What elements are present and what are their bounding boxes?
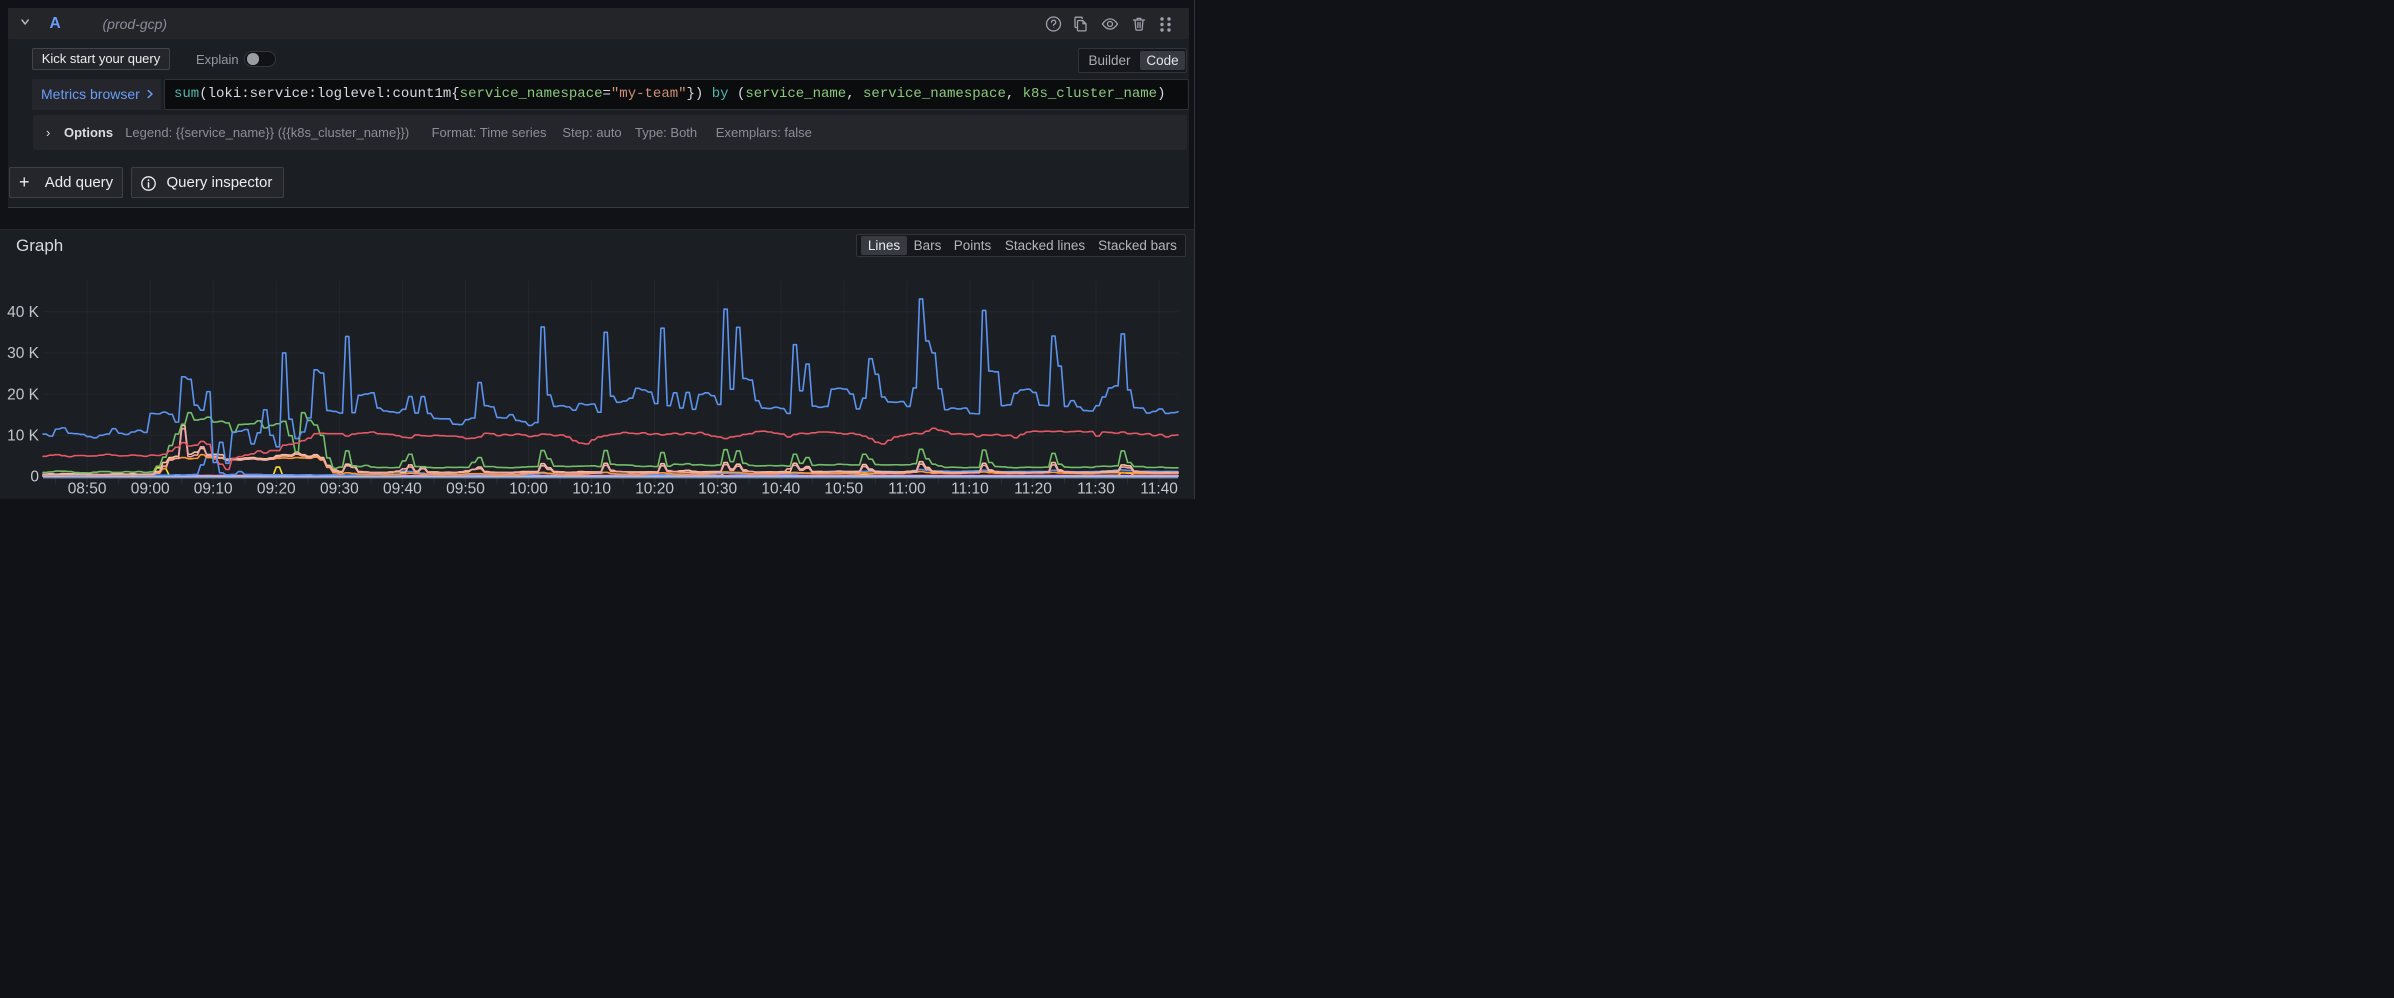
svg-text:11:00: 11:00 bbox=[888, 481, 926, 498]
svg-text:09:40: 09:40 bbox=[383, 481, 422, 498]
svg-text:10:30: 10:30 bbox=[698, 481, 737, 498]
svg-text:09:20: 09:20 bbox=[257, 481, 296, 498]
svg-text:10:20: 10:20 bbox=[635, 481, 674, 498]
svg-text:11:10: 11:10 bbox=[951, 481, 989, 498]
svg-text:10:10: 10:10 bbox=[572, 481, 611, 498]
svg-text:11:30: 11:30 bbox=[1077, 481, 1115, 498]
svg-text:08:50: 08:50 bbox=[68, 481, 107, 498]
svg-text:10:00: 10:00 bbox=[509, 481, 548, 498]
svg-text:10:50: 10:50 bbox=[824, 481, 863, 498]
svg-text:09:10: 09:10 bbox=[194, 481, 233, 498]
svg-text:40 K: 40 K bbox=[7, 304, 40, 321]
svg-text:09:00: 09:00 bbox=[131, 481, 170, 498]
svg-text:11:20: 11:20 bbox=[1014, 481, 1052, 498]
svg-text:09:30: 09:30 bbox=[320, 481, 359, 498]
svg-text:09:50: 09:50 bbox=[446, 481, 485, 498]
svg-text:11:40: 11:40 bbox=[1140, 481, 1178, 498]
svg-text:0: 0 bbox=[30, 469, 39, 486]
svg-text:20 K: 20 K bbox=[7, 386, 40, 403]
svg-text:30 K: 30 K bbox=[7, 345, 40, 362]
svg-text:10 K: 10 K bbox=[7, 428, 40, 445]
svg-text:10:40: 10:40 bbox=[761, 481, 800, 498]
